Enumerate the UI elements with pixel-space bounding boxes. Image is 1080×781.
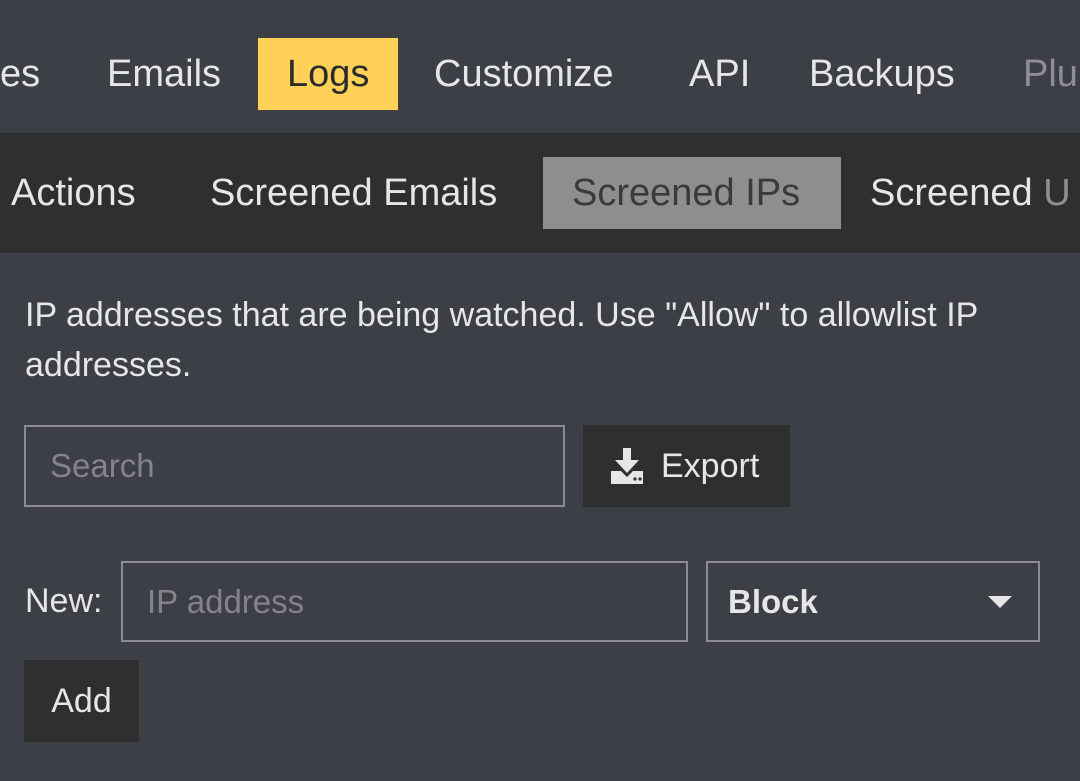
- tab-customize[interactable]: Customize: [405, 38, 643, 110]
- tab-logs[interactable]: Logs: [258, 38, 399, 110]
- tab-staff-actions[interactable]: Actions: [0, 157, 165, 229]
- tab-badges[interactable]: es: [0, 38, 69, 110]
- tab-api[interactable]: API: [660, 38, 779, 110]
- export-button[interactable]: Export: [583, 425, 790, 507]
- tab-screened-urls-label: Screened: [870, 172, 1044, 214]
- action-select[interactable]: Block: [706, 561, 1040, 642]
- caret-down-icon: [988, 596, 1012, 608]
- download-icon: [609, 447, 645, 485]
- page-description: IP addresses that are being watched. Use…: [25, 296, 978, 384]
- tab-backups[interactable]: Backups: [780, 38, 984, 110]
- export-label: Export: [661, 446, 760, 485]
- admin-top-nav: es Emails Logs Customize API Backups Plu: [0, 0, 1080, 133]
- tab-screened-ips[interactable]: Screened IPs: [543, 157, 841, 229]
- search-input[interactable]: [24, 425, 565, 507]
- action-select-value: Block: [728, 582, 818, 620]
- tab-screened-urls-label-fade: U: [1043, 172, 1071, 214]
- add-button[interactable]: Add: [24, 660, 139, 742]
- new-entry-label: New:: [25, 582, 103, 620]
- logs-sub-nav: Actions Screened Emails Screened IPs Scr…: [0, 133, 1080, 253]
- ip-address-input[interactable]: [121, 561, 688, 642]
- tab-screened-emails[interactable]: Screened Emails: [181, 157, 526, 229]
- tab-screened-urls[interactable]: Screened U: [841, 157, 1080, 229]
- tab-emails[interactable]: Emails: [78, 38, 250, 110]
- tab-plugins[interactable]: Plu: [994, 38, 1080, 110]
